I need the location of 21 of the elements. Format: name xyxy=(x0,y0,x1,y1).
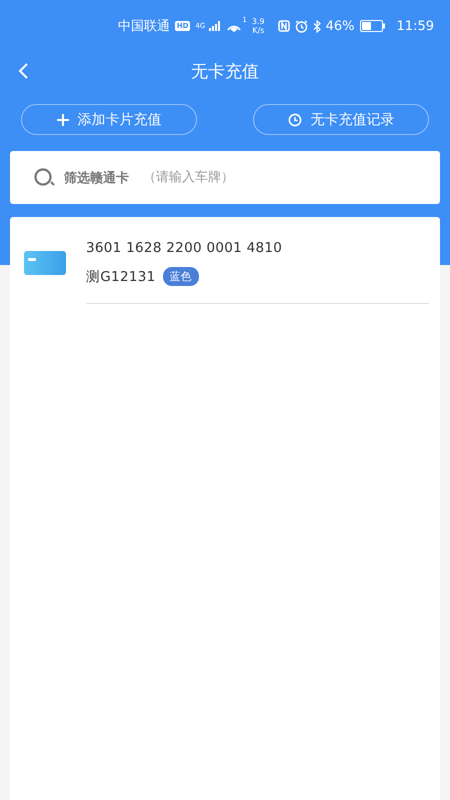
nfc-icon xyxy=(278,20,290,32)
card-icon xyxy=(24,251,66,275)
filter-label: 筛选赣通卡 xyxy=(64,170,129,186)
records-button[interactable]: 无卡充值记录 xyxy=(253,104,429,135)
signal-icon xyxy=(209,21,222,31)
plate-color-tag: 蓝色 xyxy=(162,267,199,286)
bluetooth-icon xyxy=(312,20,321,32)
plus-icon xyxy=(56,114,68,126)
clock-icon xyxy=(288,112,302,126)
plate-search-field[interactable]: 筛选赣通卡 （请输入车牌） xyxy=(10,151,440,204)
plate-number: 测G12131 xyxy=(86,268,156,286)
speed-value: 3.9 xyxy=(252,17,265,26)
add-card-button[interactable]: 添加卡片充值 xyxy=(21,104,197,135)
carrier-name: 中国联通 xyxy=(118,18,170,35)
card-number: 3601 1628 2200 0001 4810 xyxy=(86,240,282,256)
clock-time: 11:59 xyxy=(396,18,434,34)
battery-percent: 46% xyxy=(326,18,355,34)
speed-unit: K/s xyxy=(252,26,264,35)
page-title: 无卡充值 xyxy=(191,60,259,82)
alarm-icon xyxy=(294,20,308,32)
battery-icon xyxy=(360,20,386,32)
